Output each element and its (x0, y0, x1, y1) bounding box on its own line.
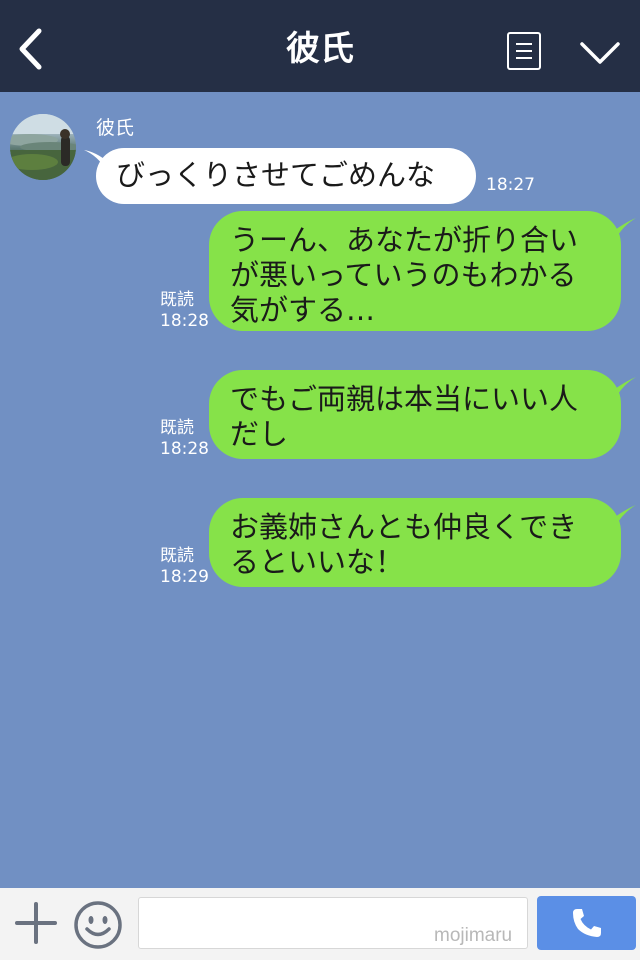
phone-icon (572, 909, 601, 937)
outgoing-message-bubble[interactable]: でもご両親は本当にいい人 だし (209, 370, 621, 459)
message-time: 18:28 (160, 439, 209, 459)
read-receipt: 既読 (160, 418, 194, 438)
avatar-photo (10, 114, 76, 180)
watermark-text: mojimaru (434, 925, 513, 946)
message-text: びっくりさせてごめんな (116, 158, 436, 192)
message-time: 18:29 (160, 567, 209, 587)
sender-name: 彼氏 (96, 117, 135, 139)
message-time: 18:28 (160, 311, 209, 331)
outgoing-message-bubble[interactable]: お義姉さんとも仲良くでき るといいな！ (209, 498, 621, 587)
outgoing-message-bubble[interactable]: うーん、あなたが折り合い が悪いっていうのもわかる 気がする… (209, 211, 621, 331)
read-receipt: 既読 (160, 290, 194, 310)
chat-title: 彼氏 (286, 29, 354, 69)
message-line: お義姉さんとも仲良くでき (230, 510, 578, 544)
add-attachment-button[interactable] (14, 901, 58, 945)
message-time: 18:27 (486, 175, 535, 195)
menu-button[interactable] (507, 32, 541, 70)
smiley-icon (74, 901, 122, 949)
call-button[interactable] (537, 896, 636, 950)
message-line: が悪いっていうのもわかる (230, 258, 577, 292)
message-line: うーん、あなたが折り合い (230, 223, 579, 257)
read-receipt: 既読 (160, 546, 194, 566)
message-line: だし (230, 417, 289, 451)
chat-screen: 彼氏 彼氏 びっくりさせてごめんな 18:27 うーん、あなたが折り合い が悪い… (0, 0, 640, 960)
header-bar: 彼氏 (0, 0, 640, 92)
dropdown-button[interactable] (578, 38, 622, 68)
plus-icon (15, 902, 57, 944)
emoji-button[interactable] (73, 900, 123, 950)
chevron-down-icon (580, 42, 620, 64)
avatar[interactable] (10, 114, 76, 180)
message-line: 気がする… (230, 293, 376, 327)
incoming-message-bubble[interactable]: びっくりさせてごめんな (96, 148, 476, 204)
message-line: るといいな！ (230, 545, 405, 579)
message-line: でもご両親は本当にいい人 (230, 382, 579, 416)
